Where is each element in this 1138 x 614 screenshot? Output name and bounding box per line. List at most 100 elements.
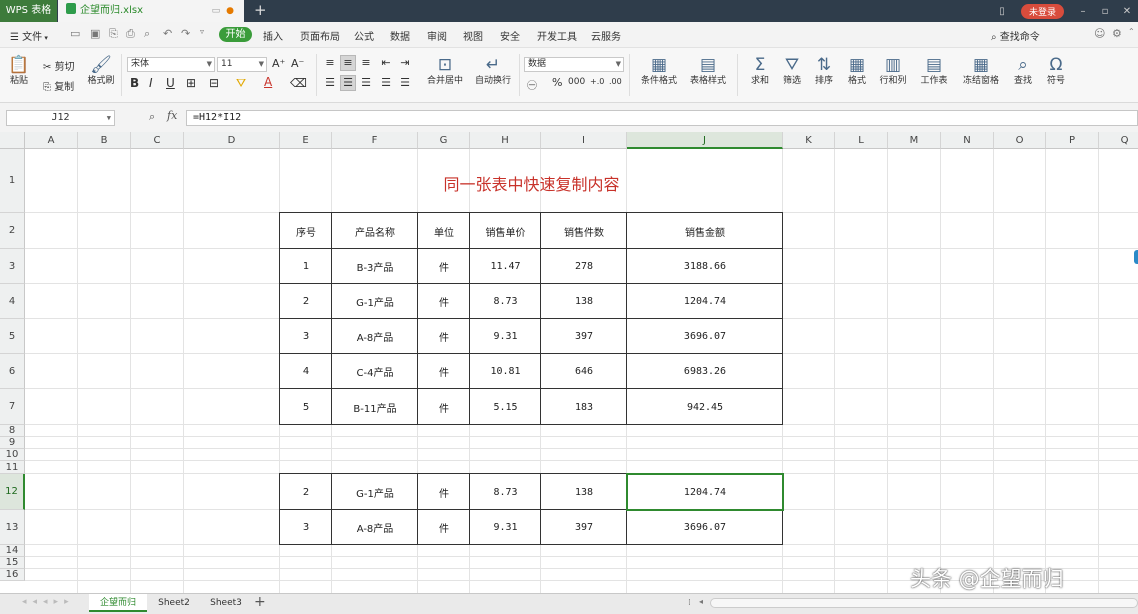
table-row-cell[interactable]: 278: [541, 249, 627, 284]
table-row-cell[interactable]: 3696.07: [627, 319, 783, 354]
table-row-cell[interactable]: 11.47: [470, 249, 541, 284]
table-row-cell[interactable]: 件: [418, 354, 470, 389]
sheet-tab-2[interactable]: Sheet2: [148, 594, 200, 612]
row-header-15[interactable]: 15: [0, 557, 25, 569]
copied-row-cell[interactable]: 3696.07: [627, 510, 783, 545]
merge-center-button[interactable]: ⊡ 合并居中: [422, 54, 468, 87]
column-header-j[interactable]: J: [627, 132, 783, 149]
maximize-icon[interactable]: ▫: [1094, 6, 1116, 17]
column-header-q[interactable]: Q: [1099, 132, 1138, 149]
table-row-cell[interactable]: G-1产品: [332, 284, 418, 319]
preview-icon[interactable]: ⌕: [144, 27, 150, 41]
table-row-cell[interactable]: 件: [418, 389, 470, 425]
filter-button[interactable]: ⛛ 筛选: [778, 54, 806, 87]
border-icon[interactable]: ⊞: [186, 76, 196, 90]
table-row-cell[interactable]: B-11产品: [332, 389, 418, 425]
number-format-select[interactable]: 数据 ▼: [524, 57, 624, 72]
row-header-9[interactable]: 9: [0, 437, 25, 449]
conditional-format-button[interactable]: ▦ 条件格式: [636, 54, 682, 87]
help-icon[interactable]: ☺: [1094, 27, 1105, 40]
format-button[interactable]: ▦ 格式: [842, 54, 872, 87]
justify-icon[interactable]: ☰: [378, 75, 394, 91]
symbol-button[interactable]: Ω 符号: [1041, 54, 1071, 87]
fx-button[interactable]: fx: [167, 109, 177, 122]
table-header-cell[interactable]: 产品名称: [332, 213, 418, 249]
table-row-cell[interactable]: C-4产品: [332, 354, 418, 389]
bold-button[interactable]: B: [130, 76, 139, 90]
worksheet-button[interactable]: ▤ 工作表: [915, 54, 953, 87]
wrap-text-button[interactable]: ↵ 自动换行: [472, 54, 514, 87]
split-handle-icon[interactable]: ⁞: [688, 598, 691, 608]
currency-icon[interactable]: ㊀: [527, 77, 537, 92]
settings-gear-icon[interactable]: ⚙: [1112, 27, 1122, 40]
font-name-select[interactable]: 宋体 ▼: [127, 57, 215, 72]
table-row-cell[interactable]: B-3产品: [332, 249, 418, 284]
percent-button[interactable]: %: [552, 76, 562, 89]
underline-button[interactable]: U: [166, 76, 175, 90]
wps-app-tab[interactable]: WPS 表格: [0, 0, 57, 22]
column-header-b[interactable]: B: [78, 132, 131, 149]
print-icon[interactable]: ⎙: [126, 27, 135, 41]
align-center-icon[interactable]: ☰: [340, 75, 356, 91]
open-icon[interactable]: ▭: [70, 27, 80, 40]
tab-data[interactable]: 数据: [390, 28, 410, 43]
add-sheet-button[interactable]: +: [254, 594, 266, 611]
row-header-12[interactable]: 12: [0, 474, 25, 510]
document-tab[interactable]: 企望而归.xlsx ▭ ●: [58, 0, 244, 22]
table-header-cell[interactable]: 销售件数: [541, 213, 627, 249]
column-header-k[interactable]: K: [783, 132, 835, 149]
tab-formula[interactable]: 公式: [354, 28, 374, 43]
table-row-cell[interactable]: 1204.74: [627, 284, 783, 319]
zoom-icon[interactable]: ⌕: [149, 110, 155, 124]
table-row-cell[interactable]: 942.45: [627, 389, 783, 425]
tab-insert[interactable]: 插入: [263, 28, 283, 43]
distribute-icon[interactable]: ☰: [397, 75, 413, 91]
table-row-cell[interactable]: 2: [280, 284, 332, 319]
table-row-cell[interactable]: 138: [541, 284, 627, 319]
row-header-8[interactable]: 8: [0, 425, 25, 437]
indent-decrease-icon[interactable]: ⇤: [378, 55, 394, 71]
copied-row-cell[interactable]: 2: [280, 474, 332, 510]
copied-row-cell[interactable]: 9.31: [470, 510, 541, 545]
row-header-1[interactable]: 1: [0, 149, 25, 213]
italic-button[interactable]: I: [149, 76, 153, 90]
minimize-icon[interactable]: –: [1072, 6, 1094, 17]
column-header-o[interactable]: O: [994, 132, 1046, 149]
row-header-16[interactable]: 16: [0, 569, 25, 581]
tab-security[interactable]: 安全: [500, 28, 520, 43]
thousands-button[interactable]: 000: [568, 77, 585, 87]
sheet-tab-3[interactable]: Sheet3: [200, 594, 252, 612]
format-painter-button[interactable]: 🖌 格式刷: [86, 54, 116, 87]
formula-input[interactable]: =H12*I12: [186, 110, 1138, 126]
layout-icon[interactable]: ▯: [991, 6, 1013, 17]
decrease-decimal-icon[interactable]: .00: [609, 77, 622, 86]
export-icon[interactable]: ⎘: [109, 27, 118, 41]
sheet-tab-1[interactable]: 企望而归: [89, 594, 147, 612]
row-header-14[interactable]: 14: [0, 545, 25, 557]
sheet-nav-arrows-icon[interactable]: ◂◂◂▸▸: [22, 597, 75, 607]
table-row-cell[interactable]: 10.81: [470, 354, 541, 389]
collapse-ribbon-icon[interactable]: ⌃: [1128, 27, 1135, 36]
paste-button[interactable]: 📋 粘贴: [6, 54, 32, 87]
column-header-h[interactable]: H: [470, 132, 541, 149]
eraser-icon[interactable]: ⌫: [290, 76, 307, 90]
close-icon[interactable]: ✕: [1116, 6, 1138, 17]
column-header-n[interactable]: N: [941, 132, 994, 149]
table-header-cell[interactable]: 序号: [280, 213, 332, 249]
name-box[interactable]: J12 ▼: [6, 110, 115, 126]
sum-button[interactable]: Σ 求和: [746, 54, 774, 87]
column-header-f[interactable]: F: [332, 132, 418, 149]
row-header-3[interactable]: 3: [0, 249, 25, 284]
align-middle-icon[interactable]: ≡: [340, 55, 356, 71]
spreadsheet-grid[interactable]: A B C D E F G H I J K L M N O P Q 1 2 3 4 5 6 7 8 9 10 11 12 13 14 15 16…: [0, 132, 1138, 593]
tab-developer[interactable]: 开发工具: [537, 28, 577, 43]
menu-file[interactable]: ☰ 文件 ▾: [10, 28, 48, 43]
table-row-cell[interactable]: 646: [541, 354, 627, 389]
table-row-cell[interactable]: 3: [280, 319, 332, 354]
column-header-g[interactable]: G: [418, 132, 470, 149]
table-row-cell[interactable]: 8.73: [470, 284, 541, 319]
row-header-13[interactable]: 13: [0, 510, 25, 545]
table-row-cell[interactable]: 183: [541, 389, 627, 425]
font-color-button[interactable]: A: [264, 75, 272, 89]
copied-row-cell[interactable]: 件: [418, 510, 470, 545]
